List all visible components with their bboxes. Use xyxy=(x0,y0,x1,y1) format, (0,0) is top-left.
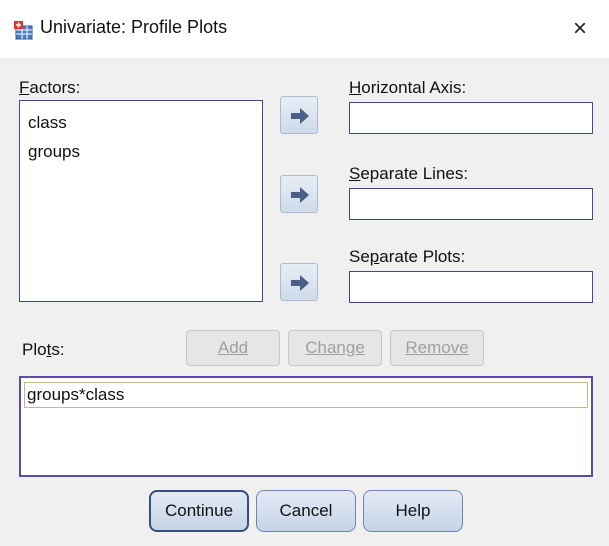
move-to-separate-plots-button[interactable] xyxy=(280,263,318,301)
horizontal-axis-label-mnemonic-char: H xyxy=(349,78,362,97)
separate-plots-label-prefix: Se xyxy=(349,247,370,266)
separate-plots-label-mnemonic-char: p xyxy=(369,247,380,266)
plot-item-groups-class[interactable]: groups*class xyxy=(24,382,588,408)
separate-plots-field[interactable] xyxy=(349,271,593,303)
separate-lines-label-mnemonic-char: S xyxy=(349,164,361,183)
factor-item-class[interactable]: class xyxy=(28,113,67,133)
plots-listbox[interactable]: groups*class xyxy=(19,376,593,477)
horizontal-axis-label-suffix: orizontal Axis: xyxy=(361,78,467,97)
plots-label-prefix: Plo xyxy=(22,340,47,359)
factors-listbox[interactable]: class groups xyxy=(19,100,263,302)
move-right-arrow-icon xyxy=(291,275,309,291)
add-button-label: Add xyxy=(217,338,249,357)
horizontal-axis-field[interactable] xyxy=(349,102,593,134)
add-button[interactable]: Add xyxy=(186,330,280,366)
help-button[interactable]: Help xyxy=(363,490,463,532)
close-icon: × xyxy=(572,15,587,42)
separate-lines-label-suffix: eparate Lines: xyxy=(360,164,469,183)
factors-label-mnemonic-char: F xyxy=(19,78,30,97)
factor-item-groups[interactable]: groups xyxy=(28,142,80,162)
move-to-horizontal-axis-button[interactable] xyxy=(280,96,318,134)
move-right-arrow-icon xyxy=(291,187,309,203)
change-button[interactable]: Change xyxy=(288,330,382,366)
separate-plots-label: Separate Plots: xyxy=(349,247,465,267)
move-right-arrow-icon xyxy=(291,108,309,124)
factors-label: Factors: xyxy=(19,78,80,98)
change-button-label: Change xyxy=(305,338,365,357)
factors-label-suffix: actors: xyxy=(29,78,81,97)
cancel-button[interactable]: Cancel xyxy=(256,490,356,532)
dialog-body: Factors: class groups Horizontal Axis: S… xyxy=(0,58,609,546)
remove-button[interactable]: Remove xyxy=(390,330,484,366)
separate-lines-field[interactable] xyxy=(349,188,593,220)
move-to-separate-lines-button[interactable] xyxy=(280,175,318,213)
horizontal-axis-label: Horizontal Axis: xyxy=(349,78,466,98)
separate-lines-label: Separate Lines: xyxy=(349,164,468,184)
spss-table-icon xyxy=(14,21,33,40)
remove-button-label: Remove xyxy=(405,338,469,357)
close-button[interactable]: × xyxy=(562,12,598,46)
continue-button[interactable]: Continue xyxy=(149,490,249,532)
window-title: Univariate: Profile Plots xyxy=(40,17,228,37)
separate-plots-label-suffix: arate Plots: xyxy=(379,247,466,266)
title-bar: Univariate: Profile Plots × xyxy=(0,0,609,58)
plots-label-suffix: s: xyxy=(51,340,65,359)
plots-label: Plots: xyxy=(22,340,65,360)
